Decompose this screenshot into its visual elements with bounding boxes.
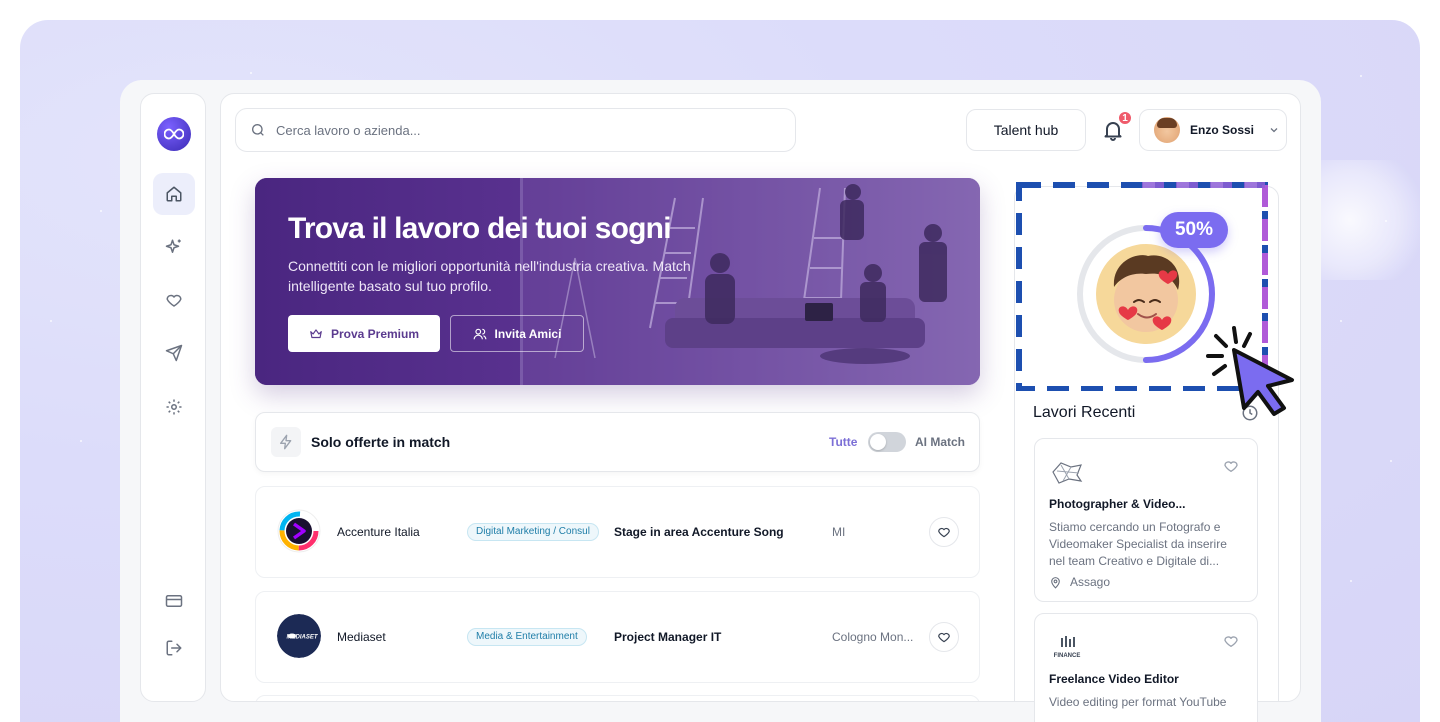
sidebar-item-billing[interactable] — [153, 580, 195, 622]
match-filter-bar: Solo offerte in match Tutte AI Match — [255, 412, 980, 472]
job-location: Cologno Mon... — [832, 630, 914, 644]
svg-text:MEDIASET: MEDIASET — [286, 635, 318, 641]
svg-text:FINANCE: FINANCE — [1054, 653, 1081, 659]
job-company: Mediaset — [337, 630, 386, 644]
credit-card-icon — [165, 595, 183, 607]
recent-job-title: Freelance Video Editor — [1049, 672, 1179, 686]
job-row[interactable] — [255, 695, 980, 701]
heart-icon[interactable] — [1223, 633, 1239, 649]
recent-job-card[interactable]: Photographer & Video... Stiamo cercando … — [1034, 438, 1258, 602]
recent-job-description: Video editing per format YouTube — [1049, 695, 1227, 709]
map-pin-icon — [1051, 576, 1060, 589]
crown-icon — [310, 328, 322, 338]
filter-ai-label[interactable]: AI Match — [915, 435, 965, 449]
try-premium-label: Prova Premium — [330, 326, 420, 341]
ai-match-toggle[interactable] — [868, 432, 906, 452]
filter-icon-box — [271, 427, 301, 457]
search-icon — [251, 124, 264, 136]
cursor-click-icon — [1206, 326, 1294, 416]
app-logo[interactable] — [157, 117, 191, 151]
profile-completion-badge: 50% — [1160, 212, 1228, 248]
heart-icon — [166, 294, 182, 307]
recent-job-title: Photographer & Video... — [1049, 497, 1186, 511]
recent-job-card[interactable]: FINANCE Freelance Video Editor Video edi… — [1034, 613, 1258, 722]
job-favorite-button[interactable] — [929, 622, 959, 652]
send-icon — [165, 344, 183, 362]
talent-hub-button[interactable]: Talent hub — [966, 109, 1086, 151]
infinity-logo-icon — [164, 128, 184, 140]
lightning-icon — [280, 434, 292, 450]
job-category-tag: Digital Marketing / Consul — [467, 523, 599, 541]
recent-job-description: Stiamo cercando un Fotografo e Videomake… — [1049, 520, 1227, 568]
recent-jobs-title: Lavori Recenti — [1033, 404, 1136, 421]
users-icon — [473, 328, 486, 339]
sidebar — [140, 93, 206, 702]
hero-subtitle: Connettiti con le migliori opportunità n… — [288, 258, 691, 294]
invite-friends-button[interactable]: Invita Amici — [450, 315, 584, 352]
chevron-down-icon — [1270, 128, 1278, 133]
sidebar-item-applications[interactable] — [153, 332, 195, 374]
search-input[interactable] — [276, 122, 756, 138]
job-favorite-button[interactable] — [929, 517, 959, 547]
hero-title: Trova il lavoro dei tuoi sogni — [288, 212, 672, 245]
company-logo — [1052, 462, 1083, 484]
job-row[interactable]: Accenture Italia Digital Marketing / Con… — [255, 486, 980, 578]
filter-title: Solo offerte in match — [311, 434, 451, 450]
job-row[interactable]: MEDIASET Mediaset Media & Entertainment … — [255, 591, 980, 683]
user-name: Enzo Sossi — [1190, 123, 1255, 137]
sidebar-item-logout[interactable] — [153, 627, 195, 669]
mediaset-logo: MEDIASET — [277, 614, 321, 658]
job-company: Accenture Italia — [337, 525, 420, 539]
try-premium-button[interactable]: Prova Premium — [288, 315, 440, 352]
settings-icon — [166, 399, 182, 415]
accenture-logo — [277, 509, 321, 553]
job-location: MI — [832, 525, 846, 539]
job-category-tag: Media & Entertainment — [467, 628, 587, 646]
hero-banner: Trova il lavoro dei tuoi sogni Connettit… — [255, 178, 980, 385]
heart-icon — [938, 527, 950, 538]
job-role: Project Manager IT — [614, 630, 722, 644]
avatar — [1154, 117, 1180, 143]
notification-badge: 1 — [1117, 110, 1133, 126]
logout-icon — [166, 640, 182, 656]
sparkles-icon — [165, 239, 181, 253]
job-role: Stage in area Accenture Song — [614, 525, 784, 539]
sidebar-item-ai[interactable] — [153, 226, 195, 268]
heart-icon[interactable] — [1223, 458, 1239, 474]
recent-job-location-label: Assago — [1070, 575, 1111, 589]
recent-job-location: Assago — [1049, 575, 1110, 589]
user-menu[interactable]: Enzo Sossi — [1139, 109, 1287, 151]
heart-icon — [938, 632, 950, 643]
invite-friends-label: Invita Amici — [494, 326, 562, 341]
sidebar-item-favorites[interactable] — [153, 279, 195, 321]
sidebar-item-settings[interactable] — [153, 386, 195, 428]
sidebar-item-home[interactable] — [153, 173, 195, 215]
home-icon — [166, 186, 182, 202]
search-bar[interactable] — [235, 108, 796, 152]
filter-all-label[interactable]: Tutte — [829, 435, 857, 449]
company-logo: FINANCE — [1054, 636, 1081, 659]
